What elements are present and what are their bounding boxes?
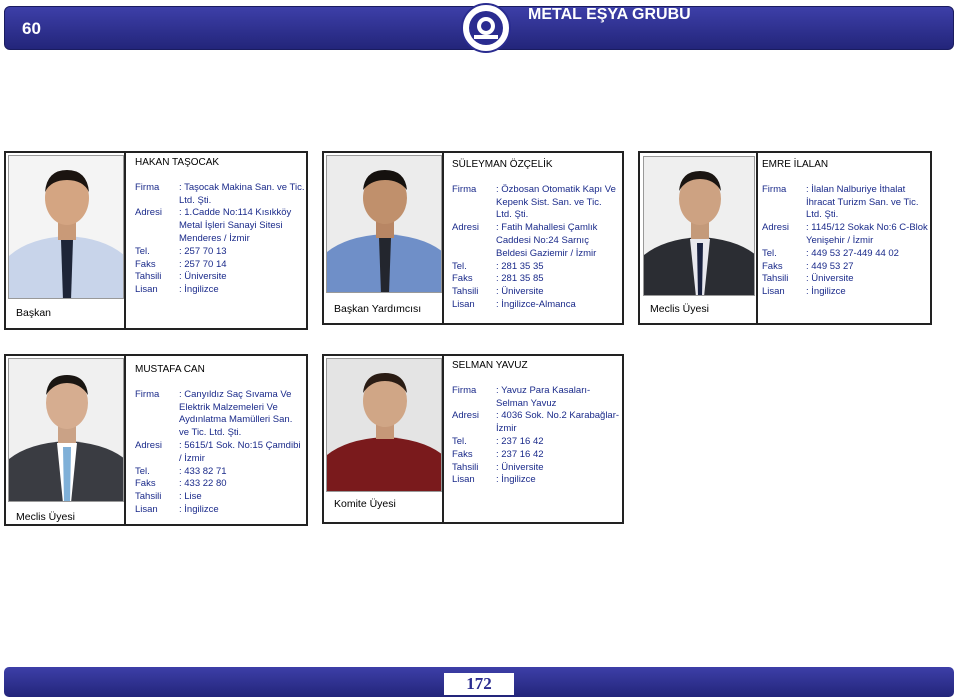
member-photo xyxy=(8,155,124,299)
member-name: SELMAN YAVUZ xyxy=(452,360,528,371)
member-photo xyxy=(8,358,124,502)
member-info: SÜLEYMAN ÖZÇELİK Firma: Özbosan Otomatik… xyxy=(452,159,620,312)
member-name: HAKAN TAŞOCAK xyxy=(135,157,220,168)
member-photo xyxy=(326,155,442,293)
page-number: 60 xyxy=(22,19,41,38)
member-details: Firma: Canyıldız Saç Sıvama Ve Elektrik … xyxy=(135,388,301,515)
member-details: Firma: Özbosan Otomatik Kapı Ve Kepenk S… xyxy=(452,183,616,310)
member-card-2: Başkan Yardımcısı SÜLEYMAN ÖZÇELİK Firma… xyxy=(322,151,624,325)
member-role: Komite Üyesi xyxy=(334,498,396,510)
member-role: Meclis Üyesi xyxy=(650,303,709,315)
member-info: EMRE İLALAN Firma: İlalan Nalburiye İtha… xyxy=(762,159,928,299)
member-details: Firma: Taşocak Makina San. ve Tic. Ltd. … xyxy=(135,181,305,296)
member-name: MUSTAFA CAN xyxy=(135,364,205,375)
member-role: Başkan Yardımcısı xyxy=(334,303,422,315)
member-card-1: Başkan HAKAN TAŞOCAK Firma: Taşocak Maki… xyxy=(4,151,308,330)
member-role: Meclis Üyesi xyxy=(16,511,75,523)
member-info: SELMAN YAVUZ Firma: Yavuz Para Kasaları-… xyxy=(452,360,620,487)
member-details: Firma: Yavuz Para Kasaları-Selman Yavuz … xyxy=(452,384,620,486)
member-photo xyxy=(643,156,755,296)
member-role: Başkan xyxy=(16,307,52,319)
group-title: METAL EŞYA GRUBU xyxy=(528,6,691,23)
member-name: SÜLEYMAN ÖZÇELİK xyxy=(452,159,553,170)
member-card-5: Komite Üyesi SELMAN YAVUZ Firma: Yavuz P… xyxy=(322,354,624,524)
member-card-3: Meclis Üyesi EMRE İLALAN Firma: İlalan N… xyxy=(638,151,932,325)
chamber-logo-icon xyxy=(461,3,511,53)
member-info: MUSTAFA CAN Firma: Canyıldız Saç Sıvama … xyxy=(135,364,305,517)
member-info: HAKAN TAŞOCAK Firma: Taşocak Makina San.… xyxy=(135,157,305,297)
member-name: EMRE İLALAN xyxy=(762,159,829,170)
footer-page-number: 172 xyxy=(444,673,514,695)
member-details: Firma: İlalan Nalburiye İthalat İhracat … xyxy=(762,183,928,298)
member-card-4: Meclis Üyesi MUSTAFA CAN Firma: Canyıldı… xyxy=(4,354,308,526)
member-photo xyxy=(326,358,442,492)
